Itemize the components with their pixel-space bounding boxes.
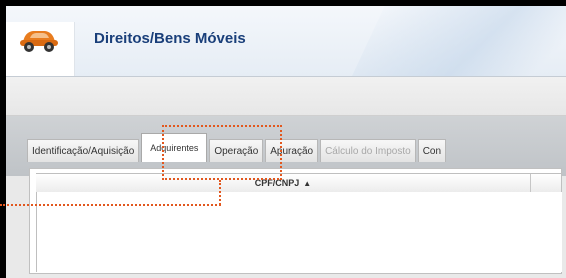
- car-icon: [20, 31, 58, 52]
- app-icon-container: [6, 22, 75, 76]
- highlight-box: [162, 125, 282, 180]
- header-decoration: [338, 6, 566, 76]
- tab-identificacao-aquisicao[interactable]: Identificação/Aquisição: [27, 139, 140, 162]
- column-header-cpf-cnpj[interactable]: CPF/CNPJ ▲: [36, 174, 531, 192]
- toolbar: [6, 77, 566, 116]
- app-header: Direitos/Bens Móveis: [6, 6, 566, 77]
- grid-header: CPF/CNPJ ▲: [36, 173, 561, 193]
- page-title: Direitos/Bens Móveis: [94, 30, 246, 47]
- highlight-connector-vertical: [219, 180, 221, 205]
- tab-con-truncated[interactable]: Con: [417, 139, 447, 162]
- adquirentes-panel: CPF/CNPJ ▲: [29, 168, 562, 274]
- highlight-connector-horizontal: [0, 204, 221, 206]
- sort-ascending-icon: ▲: [303, 178, 312, 188]
- tab-calculo-do-imposto: Cálculo do Imposto: [320, 139, 416, 162]
